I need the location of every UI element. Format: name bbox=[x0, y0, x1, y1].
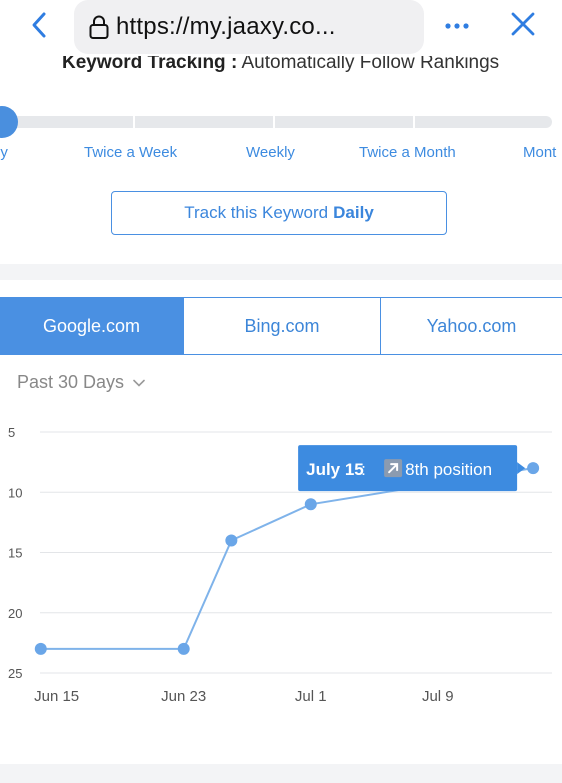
data-point bbox=[304, 498, 317, 511]
frequency-slider-handle[interactable] bbox=[0, 106, 18, 138]
x-tick-label: Jul 9 bbox=[422, 688, 454, 705]
ranking-chart: 5 10 15 20 25 Jun 15 Jun 23 Jul 1 Jul 9 July 15 :… bbox=[8, 425, 552, 705]
ellipsis-icon[interactable] bbox=[440, 10, 474, 40]
frequency-option-twice-a-week[interactable]: Twice a Week bbox=[84, 144, 177, 161]
heading-rest: Automatically Follow Rankings bbox=[237, 56, 500, 73]
ranking-line bbox=[40, 467, 534, 650]
date-range-dropdown[interactable]: Past 30 Days bbox=[17, 372, 146, 393]
y-tick-label: 25 bbox=[8, 666, 22, 681]
url-text: https://my.jaaxy.co... bbox=[116, 13, 336, 40]
browser-toolbar: https://my.jaaxy.co... bbox=[0, 0, 562, 58]
slider-divider bbox=[273, 116, 275, 128]
track-button-frequency: Daily bbox=[333, 203, 374, 222]
section-divider bbox=[0, 264, 562, 280]
frequency-option-weekly[interactable]: Weekly bbox=[246, 144, 295, 161]
tab-yahoo[interactable]: Yahoo.com bbox=[380, 298, 562, 354]
tooltip-date: July 15 bbox=[306, 460, 364, 479]
slider-divider bbox=[413, 116, 415, 128]
lock-icon bbox=[89, 15, 109, 39]
x-tick-label: Jun 23 bbox=[161, 688, 206, 705]
slider-divider bbox=[133, 116, 135, 128]
data-point bbox=[177, 642, 190, 655]
tooltip-separator: : bbox=[361, 460, 366, 479]
data-point bbox=[225, 534, 238, 547]
heading-bold: Keyword Tracking : bbox=[62, 56, 238, 73]
x-tick-label: Jun 15 bbox=[34, 688, 79, 705]
footer-divider bbox=[0, 764, 562, 783]
track-button-label: Track this Keyword bbox=[184, 203, 329, 222]
data-point bbox=[527, 462, 540, 475]
keyword-tracking-heading: Keyword Tracking : Automatically Follow … bbox=[0, 56, 562, 80]
frequency-option-twice-a-month[interactable]: Twice a Month bbox=[359, 144, 456, 161]
engine-tabs: Google.com Bing.com Yahoo.com bbox=[0, 297, 562, 355]
tooltip-text: 8th position bbox=[405, 460, 492, 479]
address-bar[interactable]: https://my.jaaxy.co... bbox=[74, 0, 424, 54]
y-tick-label: 20 bbox=[8, 606, 22, 621]
chevron-down-icon bbox=[133, 379, 145, 387]
frequency-slider-track[interactable] bbox=[0, 116, 552, 128]
data-point bbox=[34, 642, 47, 655]
tooltip-pointer bbox=[517, 462, 526, 475]
x-tick-label: Jul 1 bbox=[295, 688, 327, 705]
frequency-option-monthly[interactable]: Mont bbox=[523, 144, 556, 161]
date-range-label: Past 30 Days bbox=[17, 372, 125, 392]
track-keyword-button[interactable]: Track this Keyword Daily bbox=[111, 191, 447, 235]
frequency-option-daily[interactable]: ly bbox=[0, 144, 8, 161]
tab-google[interactable]: Google.com bbox=[0, 298, 183, 354]
chevron-left-icon[interactable] bbox=[24, 8, 58, 42]
y-tick-label: 15 bbox=[8, 546, 22, 561]
tab-bing[interactable]: Bing.com bbox=[183, 298, 380, 354]
y-tick-label: 10 bbox=[8, 485, 22, 500]
y-tick-label: 5 bbox=[8, 425, 15, 440]
close-icon[interactable] bbox=[506, 7, 540, 41]
